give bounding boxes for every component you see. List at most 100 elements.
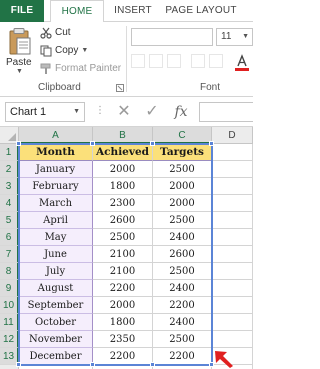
- resize-handle[interactable]: [150, 141, 155, 146]
- column-header-a[interactable]: A: [19, 127, 93, 144]
- empty-cell[interactable]: [212, 280, 253, 297]
- empty-cell[interactable]: [212, 195, 253, 212]
- empty-cell[interactable]: [212, 161, 253, 178]
- empty-cell[interactable]: [212, 144, 253, 161]
- month-cell[interactable]: August: [19, 280, 93, 297]
- font-size-box[interactable]: 11 ▼: [216, 28, 253, 46]
- fx-icon[interactable]: fx: [170, 102, 192, 122]
- targets-cell[interactable]: 2600: [153, 246, 212, 263]
- row-header-5[interactable]: 5: [0, 212, 19, 229]
- empty-cell[interactable]: [212, 314, 253, 331]
- font-name-box[interactable]: [131, 28, 213, 46]
- targets-cell[interactable]: 2500: [153, 212, 212, 229]
- achieved-cell[interactable]: 2000: [93, 161, 153, 178]
- row-header-4[interactable]: 4: [0, 195, 19, 212]
- dialog-launcher-icon[interactable]: [116, 84, 124, 92]
- targets-cell[interactable]: 2500: [153, 161, 212, 178]
- month-cell[interactable]: December: [19, 348, 93, 365]
- resize-handle[interactable]: [16, 362, 21, 367]
- achieved-cell[interactable]: 2500: [93, 229, 153, 246]
- formula-input[interactable]: [199, 102, 253, 122]
- empty-cell[interactable]: [212, 229, 253, 246]
- month-cell[interactable]: April: [19, 212, 93, 229]
- targets-cell[interactable]: 2400: [153, 314, 212, 331]
- targets-cell[interactable]: 2200: [153, 348, 212, 365]
- row-header-8[interactable]: 8: [0, 263, 19, 280]
- empty-cell[interactable]: [212, 331, 253, 348]
- achieved-cell[interactable]: 1800: [93, 314, 153, 331]
- name-box[interactable]: Chart 1 ▼: [5, 102, 85, 122]
- format-slot[interactable]: [167, 54, 181, 68]
- empty-cell[interactable]: [212, 297, 253, 314]
- header-cell[interactable]: Achieved: [93, 144, 153, 161]
- cut-button[interactable]: Cut: [40, 25, 71, 41]
- month-cell[interactable]: June: [19, 246, 93, 263]
- achieved-cell[interactable]: 2100: [93, 263, 153, 280]
- resize-handle[interactable]: [90, 141, 95, 146]
- row-header-11[interactable]: 11: [0, 314, 19, 331]
- month-cell[interactable]: October: [19, 314, 93, 331]
- paste-button[interactable]: Paste ▼: [4, 26, 36, 75]
- tab-insert[interactable]: INSERT: [106, 0, 160, 22]
- resize-handle[interactable]: [90, 362, 95, 367]
- row-header-2[interactable]: 2: [0, 161, 19, 178]
- chevron-down-icon[interactable]: ▼: [81, 43, 88, 59]
- format-slot[interactable]: [209, 54, 223, 68]
- empty-cell[interactable]: [93, 365, 153, 369]
- month-cell[interactable]: February: [19, 178, 93, 195]
- chevron-down-icon[interactable]: ▼: [16, 68, 23, 75]
- chevron-down-icon[interactable]: ▼: [73, 103, 80, 121]
- empty-cell[interactable]: [153, 365, 212, 369]
- targets-cell[interactable]: 2500: [153, 263, 212, 280]
- targets-cell[interactable]: 2200: [153, 297, 212, 314]
- tab-file[interactable]: FILE: [0, 0, 44, 22]
- achieved-cell[interactable]: 2000: [93, 297, 153, 314]
- row-header-3[interactable]: 3: [0, 178, 19, 195]
- copy-button[interactable]: Copy ▼: [40, 43, 88, 59]
- month-cell[interactable]: March: [19, 195, 93, 212]
- targets-cell[interactable]: 2000: [153, 195, 212, 212]
- achieved-cell[interactable]: 2200: [93, 348, 153, 365]
- resize-handle[interactable]: [16, 141, 21, 146]
- grip-icon[interactable]: ⋮: [95, 105, 105, 116]
- achieved-cell[interactable]: 2350: [93, 331, 153, 348]
- resize-handle[interactable]: [150, 362, 155, 367]
- achieved-cell[interactable]: 1800: [93, 178, 153, 195]
- chevron-down-icon[interactable]: ▼: [242, 29, 249, 45]
- achieved-cell[interactable]: 2300: [93, 195, 153, 212]
- format-slot[interactable]: [149, 54, 163, 68]
- achieved-cell[interactable]: 2600: [93, 212, 153, 229]
- month-cell[interactable]: May: [19, 229, 93, 246]
- month-cell[interactable]: July: [19, 263, 93, 280]
- resize-handle[interactable]: [209, 141, 214, 146]
- column-header-b[interactable]: B: [93, 127, 153, 144]
- targets-cell[interactable]: 2400: [153, 280, 212, 297]
- row-header-6[interactable]: 6: [0, 229, 19, 246]
- row-header-9[interactable]: 9: [0, 280, 19, 297]
- targets-cell[interactable]: 2000: [153, 178, 212, 195]
- row-header-10[interactable]: 10: [0, 297, 19, 314]
- column-header-c[interactable]: C: [153, 127, 212, 144]
- cancel-icon[interactable]: ✕: [113, 102, 135, 122]
- format-slot[interactable]: [131, 54, 145, 68]
- targets-cell[interactable]: 2500: [153, 331, 212, 348]
- enter-icon[interactable]: ✓: [141, 102, 163, 122]
- header-cell[interactable]: Month: [19, 144, 93, 161]
- empty-cell[interactable]: [19, 365, 93, 369]
- achieved-cell[interactable]: 2100: [93, 246, 153, 263]
- month-cell[interactable]: September: [19, 297, 93, 314]
- tab-page-layout[interactable]: PAGE LAYOUT: [162, 0, 240, 22]
- targets-cell[interactable]: 2400: [153, 229, 212, 246]
- empty-cell[interactable]: [212, 178, 253, 195]
- tab-home[interactable]: HOME: [50, 0, 104, 23]
- header-cell[interactable]: Targets: [153, 144, 212, 161]
- month-cell[interactable]: November: [19, 331, 93, 348]
- empty-cell[interactable]: [212, 212, 253, 229]
- empty-cell[interactable]: [212, 246, 253, 263]
- row-header-12[interactable]: 12: [0, 331, 19, 348]
- empty-cell[interactable]: [212, 263, 253, 280]
- font-color-icon[interactable]: [234, 54, 250, 72]
- format-painter-button[interactable]: Format Painter: [40, 61, 121, 77]
- row-header-1[interactable]: 1: [0, 144, 19, 161]
- column-header-d[interactable]: D: [212, 127, 253, 144]
